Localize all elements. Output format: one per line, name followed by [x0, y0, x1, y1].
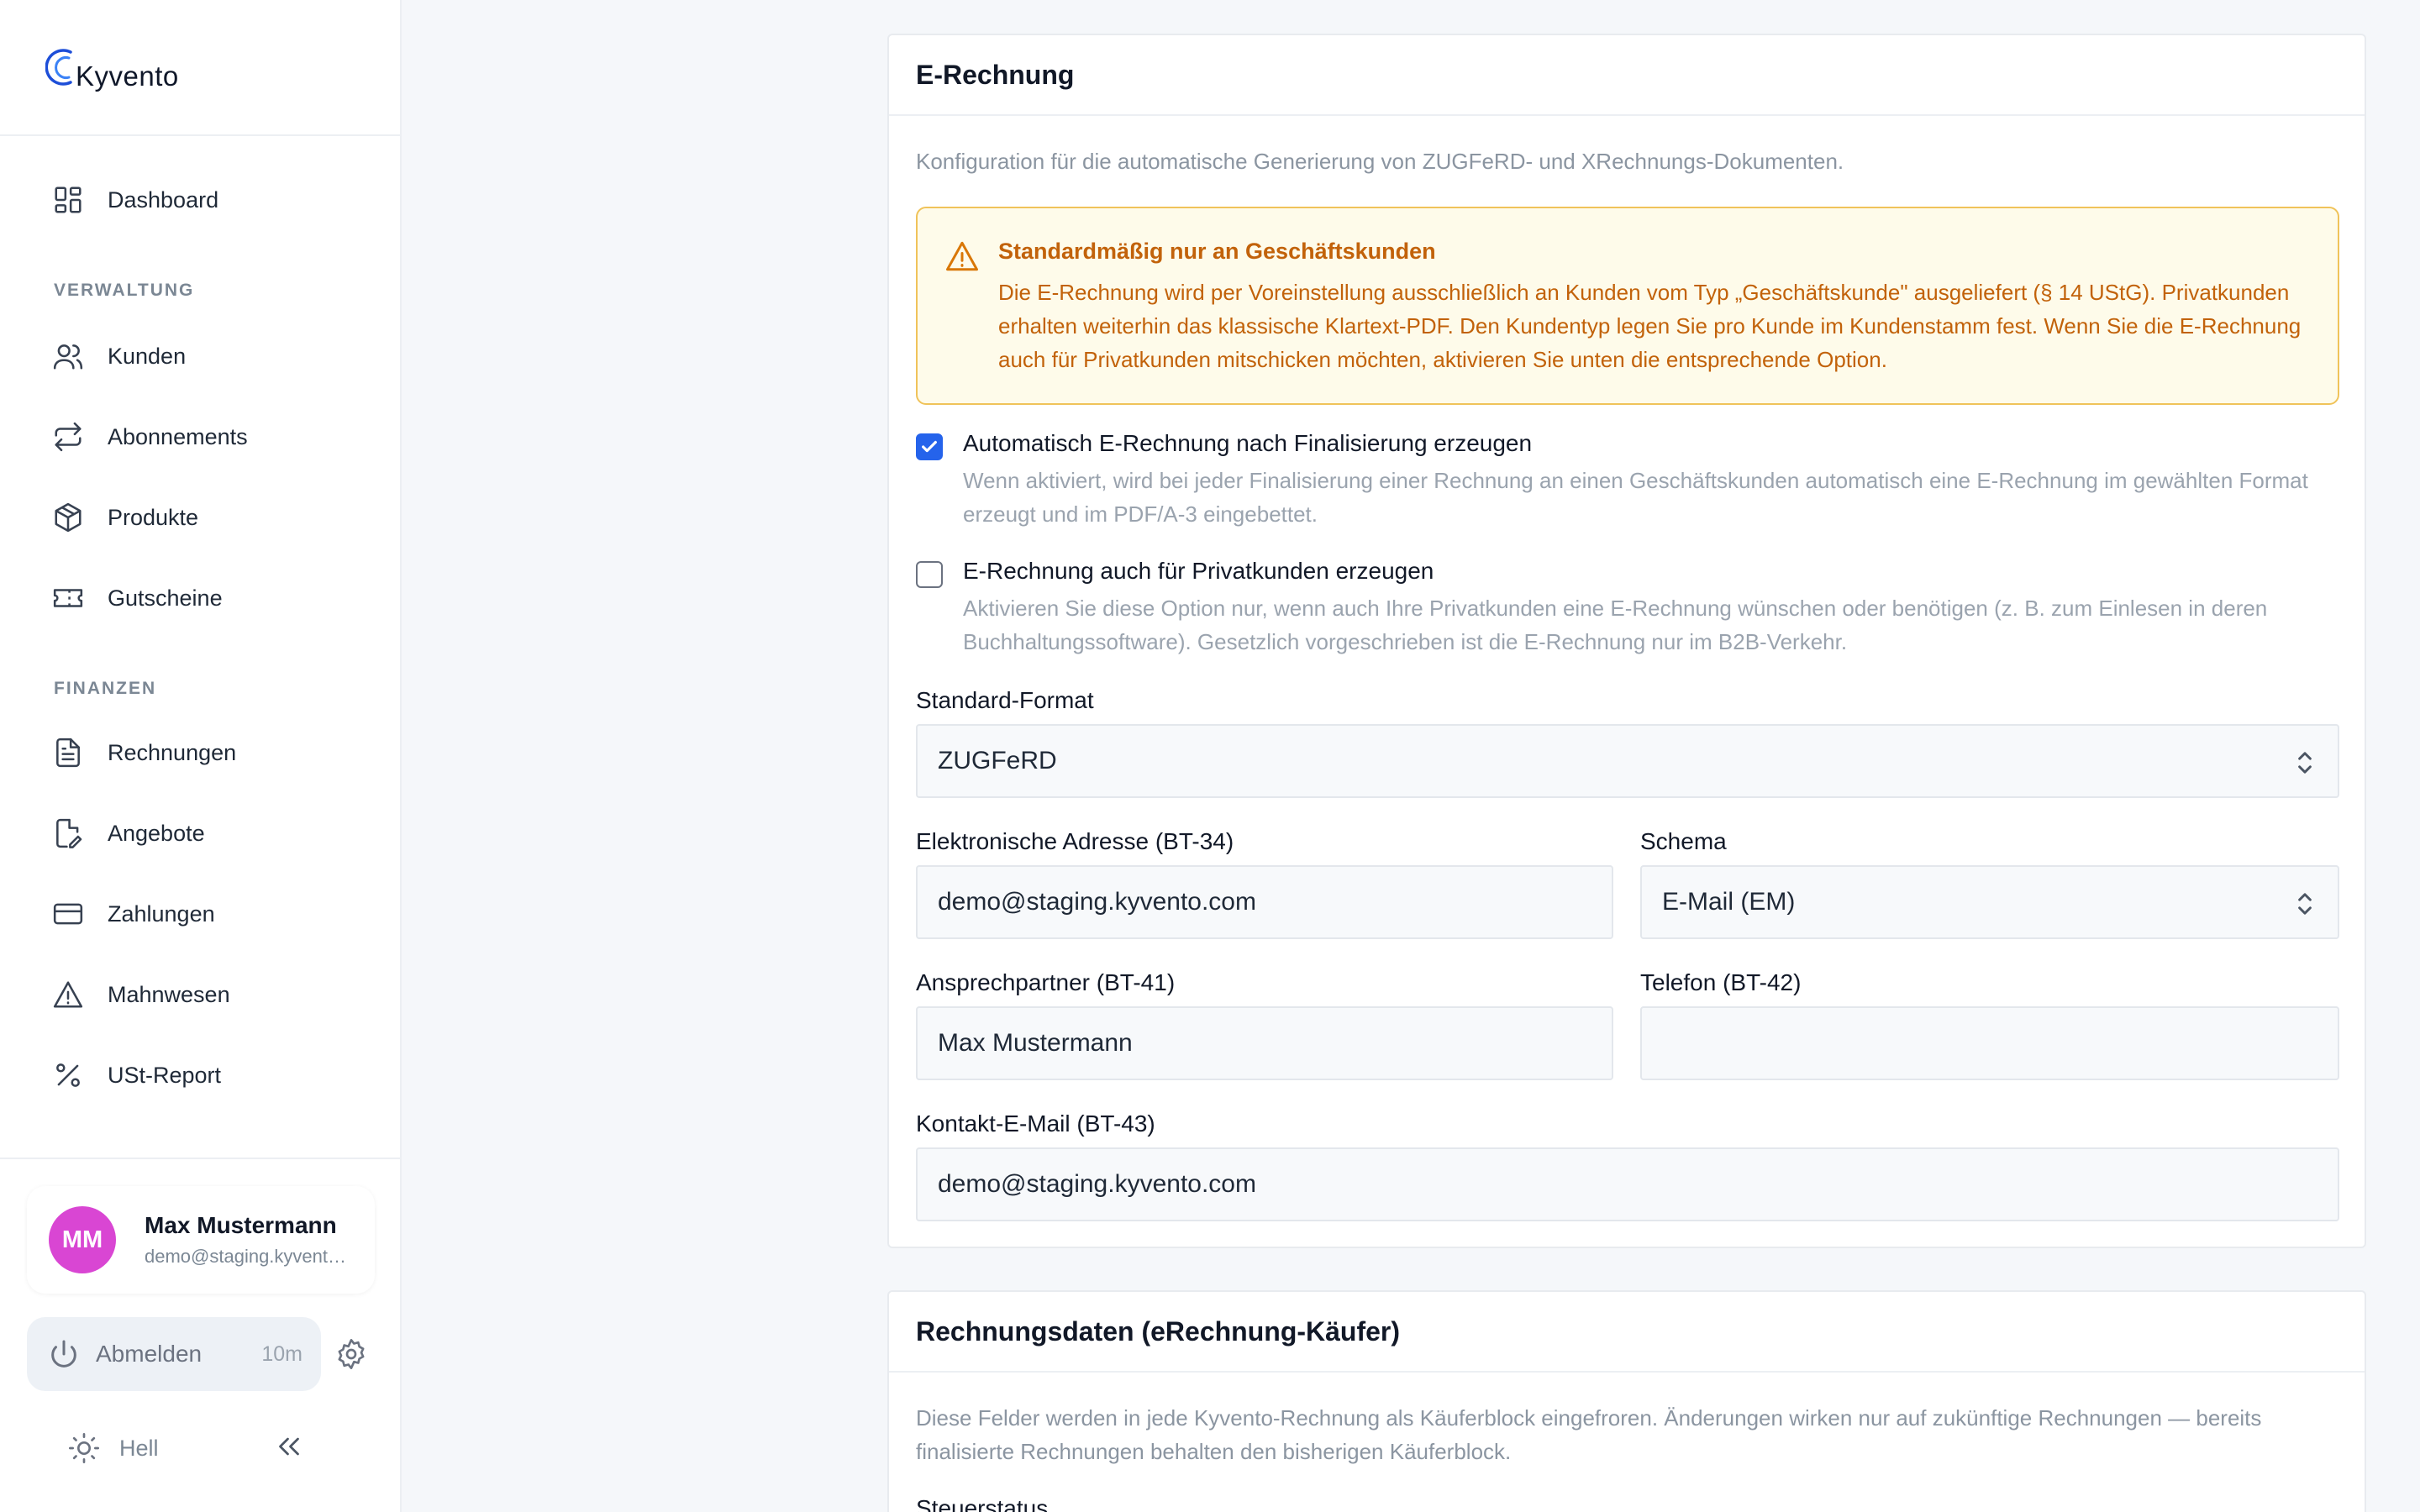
sidebar-item-label: Produkte [108, 504, 199, 530]
user-card[interactable]: MM Max Mustermann demo@staging.kyvent… [27, 1186, 375, 1294]
chevron-up-down-icon [2298, 752, 2312, 774]
format-value: ZUGFeRD [938, 747, 1057, 774]
schema-value: E-Mail (EM) [1662, 888, 1796, 916]
users-icon [53, 344, 83, 370]
schema-label: Schema [1640, 828, 1727, 854]
gear-icon[interactable] [334, 1337, 368, 1371]
sidebar-item-ust-report[interactable]: USt-Report [52, 1052, 371, 1099]
ticket-icon [53, 589, 83, 607]
sidebar: Kyvento Dashboard VERWALTUNG Kunden Abon… [0, 0, 402, 1512]
user-info: Max Mustermann demo@staging.kyvent… [145, 1212, 346, 1268]
section-label-finanzen: FINANZEN [54, 679, 157, 698]
package-icon [55, 502, 82, 533]
sidebar-divider [0, 1158, 402, 1159]
session-timer: 10m [261, 1341, 302, 1366]
sidebar-item-gutscheine[interactable]: Gutscheine [52, 575, 371, 622]
sidebar-divider [0, 134, 402, 136]
sidebar-item-label: Kunden [108, 343, 187, 369]
contact-email-input[interactable] [916, 1147, 2339, 1221]
private-erechnung-help: Aktivieren Sie diese Option nur, wenn au… [963, 596, 2268, 654]
auto-erechnung-help: Wenn aktiviert, wird bei jeder Finalisie… [963, 468, 2308, 527]
sidebar-item-label: USt-Report [108, 1062, 222, 1088]
warning-alert: Standardmäßig nur an Geschäftskunden Die… [916, 207, 2339, 405]
theme-toggle[interactable]: Hell [67, 1428, 159, 1468]
percent-icon [56, 1063, 80, 1087]
theme-label: Hell [119, 1435, 159, 1461]
sidebar-item-zahlungen[interactable]: Zahlungen [52, 890, 371, 937]
card-description: Konfiguration für die automatische Gener… [916, 149, 1844, 174]
sidebar-item-angebote[interactable]: Angebote [52, 810, 371, 857]
logout-label: Abmelden [96, 1341, 203, 1367]
erechnung-card: E-Rechnung Konfiguration für die automat… [887, 34, 2366, 1248]
sidebar-item-label: Mahnwesen [108, 981, 230, 1007]
auto-erechnung-checkbox[interactable] [916, 433, 943, 460]
private-erechnung-title: E-Rechnung auch für Privatkunden erzeuge… [963, 558, 1434, 584]
sidebar-item-label: Gutscheine [108, 585, 223, 611]
contact-label: Ansprechpartner (BT-41) [916, 969, 1176, 995]
file-text-icon [56, 738, 80, 768]
address-input[interactable] [916, 865, 1613, 939]
private-erechnung-checkbox[interactable] [916, 561, 943, 588]
alert-title: Standardmäßig nur an Geschäftskunden [998, 239, 1436, 264]
chevrons-left-icon[interactable] [274, 1431, 304, 1462]
sidebar-item-label: Zahlungen [108, 900, 215, 927]
section-label-verwaltung: VERWALTUNG [54, 281, 195, 300]
alert-body: Die E-Rechnung wird per Voreinstellung a… [998, 280, 2302, 372]
dashboard-icon [55, 186, 82, 213]
card-title: E-Rechnung [916, 59, 1075, 90]
sidebar-item-label: Dashboard [108, 186, 219, 213]
avatar: MM [49, 1206, 116, 1273]
sidebar-item-label: Abonnements [108, 423, 248, 449]
card-description: Diese Felder werden in jede Kyvento-Rech… [916, 1405, 2262, 1464]
phone-input[interactable] [1640, 1006, 2339, 1080]
format-select[interactable]: ZUGFeRD [916, 724, 2339, 798]
sidebar-item-dashboard[interactable]: Dashboard [52, 176, 371, 223]
format-label: Standard-Format [916, 687, 1094, 713]
user-email: demo@staging.kyvent… [145, 1246, 347, 1267]
logout-button[interactable]: Abmelden 10m [27, 1317, 321, 1391]
phone-label: Telefon (BT-42) [1640, 969, 1802, 995]
warning-icon [946, 241, 978, 271]
sidebar-item-produkte[interactable]: Produkte [52, 494, 371, 541]
sidebar-item-mahnwesen[interactable]: Mahnwesen [52, 971, 371, 1018]
app: Kyvento Dashboard VERWALTUNG Kunden Abon… [0, 0, 2420, 1512]
sidebar-item-kunden[interactable]: Kunden [52, 333, 371, 380]
address-label: Elektronische Adresse (BT-34) [916, 828, 1234, 854]
power-icon [51, 1340, 76, 1368]
sidebar-item-label: Rechnungen [108, 739, 237, 765]
file-edit-icon [56, 818, 82, 848]
sidebar-item-abonnements[interactable]: Abonnements [52, 413, 371, 460]
buyer-card: Rechnungsdaten (eRechnung-Käufer) Diese … [887, 1290, 2366, 1512]
logo[interactable]: Kyvento [45, 44, 179, 97]
chevron-up-down-icon [2298, 893, 2312, 915]
card-title: Rechnungsdaten (eRechnung-Käufer) [916, 1315, 1401, 1347]
repeat-icon [55, 422, 82, 452]
check-icon [922, 440, 937, 453]
sidebar-item-label: Angebote [108, 820, 205, 846]
card-header: Rechnungsdaten (eRechnung-Käufer) [889, 1292, 2365, 1373]
card-header: E-Rechnung [889, 35, 2365, 116]
user-name: Max Mustermann [145, 1212, 337, 1238]
credit-card-icon [53, 903, 83, 925]
alert-triangle-icon [53, 981, 83, 1008]
brand-name: Kyvento [76, 60, 179, 92]
sun-icon [69, 1433, 99, 1463]
schema-select[interactable]: E-Mail (EM) [1640, 865, 2339, 939]
contact-email-label: Kontakt-E-Mail (BT-43) [916, 1110, 1155, 1137]
auto-erechnung-title: Automatisch E-Rechnung nach Finalisierun… [963, 430, 1533, 456]
sidebar-item-rechnungen[interactable]: Rechnungen [52, 729, 371, 776]
tax-status-label: Steuerstatus [916, 1495, 1049, 1512]
contact-input[interactable] [916, 1006, 1613, 1080]
